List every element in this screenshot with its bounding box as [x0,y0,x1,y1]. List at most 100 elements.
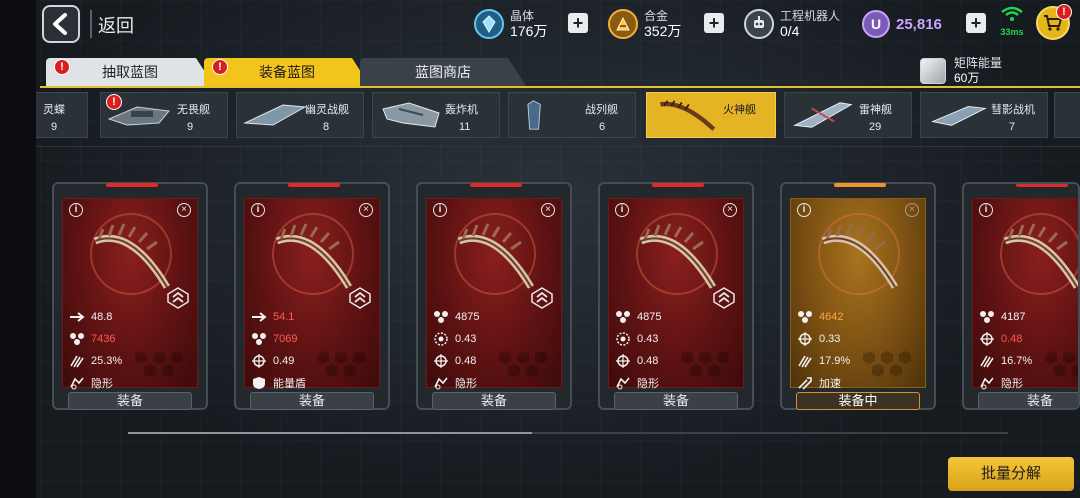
add-crystal-button[interactable]: + [568,13,588,33]
card-stat: 54.1 [251,309,294,325]
blueprint-card[interactable]: i × 4875 0.43 0.48 隐形 装备 [416,182,572,410]
matrix-energy: 矩阵能量 60万 [920,56,1002,86]
card-stat: 7069 [251,331,297,347]
back-label[interactable]: 返回 [98,12,134,38]
ship-item-partial[interactable] [1054,92,1080,138]
scrollbar-thumb[interactable] [128,432,532,434]
ship-item-huoshenjian[interactable]: 火神舰 [646,92,776,138]
card-stat: 0.48 [979,331,1022,347]
ship-item-leishenjian[interactable]: 雷神舰 29 [784,92,912,138]
ship-name: 灵蝶 [43,104,65,116]
stat-value: 4187 [1001,311,1026,323]
ship-name: 彗影战机 [991,104,1035,116]
stealth-icon [69,376,85,390]
matrix-energy-label: 矩阵能量 [954,56,1003,70]
equip-button[interactable]: 装备 [250,392,374,410]
rank-chevron-icon [167,287,189,309]
hex-slots-decoration [135,351,183,377]
matrix-cube-icon [920,58,946,84]
resource-crystal: 晶体 176万 [474,6,547,42]
blueprint-card[interactable]: i × 4642 0.33 17.9% 加速 装备中 [780,182,936,410]
rank-chevron-icon [713,287,735,309]
ship-item-hongzhaji[interactable]: 轰炸机 11 [372,92,500,138]
tab-draw-blueprint[interactable]: 抽取蓝图 [46,58,214,86]
stat-value: 0.48 [455,355,477,367]
blueprint-card[interactable]: i × 54.1 7069 0.49 能量盾 装备 [234,182,390,410]
ship-name: 战列舰 [585,104,618,116]
equip-button[interactable]: 装备 [978,392,1078,408]
rank-chevron-icon [349,287,371,309]
card-stat: 0.43 [615,331,658,347]
crystal-value: 176万 [510,23,548,39]
speed-arrow-icon [251,310,267,324]
tab-equip-blueprint[interactable]: 装备蓝图 [204,58,370,86]
wifi-icon [1001,6,1023,21]
stat-value: 0.48 [637,355,659,367]
equip-button[interactable]: 装备 [432,392,556,410]
matrix-energy-value: 60万 [954,71,980,85]
blueprint-card[interactable]: i × 4875 0.43 0.48 隐形 装备 [598,182,754,410]
reticle-icon [433,332,449,346]
card-top-glow [1016,184,1068,187]
add-alloy-button[interactable]: + [704,13,724,33]
ship-count: 11 [459,121,471,133]
ghost-warship-icon [243,104,307,126]
stat-value: 16.7% [1001,355,1033,367]
card-stat: 0.43 [433,331,476,347]
back-separator [90,10,92,38]
add-premium-button[interactable]: + [966,13,986,33]
hex-slots-decoration [1045,351,1078,377]
equip-button[interactable]: 装备 [614,392,738,410]
hp-cluster-icon [69,332,85,346]
card-stat: 16.7% [979,353,1032,369]
hp-cluster-icon [615,310,631,324]
ship-selector: 灵蝶 9 无畏舰 9 ! 幽灵战舰 8 轰炸机 11 战列舰 6 火神舰 雷神舰… [36,92,1080,140]
ship-count: 29 [869,121,882,133]
vulcan-blade-art [90,213,172,295]
ship-name: 无畏舰 [177,104,210,116]
vulcan-ship-icon [660,100,716,131]
vulcan-blade-art [818,213,900,295]
ship-item-youlingzhanjian[interactable]: 幽灵战舰 8 [236,92,364,138]
ship-name: 火神舰 [723,104,756,116]
card-stat: 隐形 [979,375,1023,391]
ship-item-zhanliejian[interactable]: 战列舰 6 [508,92,636,138]
card-stat: 加速 [797,375,841,391]
back-button[interactable] [42,5,80,43]
premium-currency-value: 25,816 [896,15,942,33]
crosshair-icon [615,354,631,368]
blueprint-card[interactable]: i × 48.8 7436 25.3% 隐形 装备 [52,182,208,410]
ship-count: 9 [51,121,58,133]
comet-fighter-icon [931,106,987,126]
tab-blueprint-shop[interactable]: 蓝图商店 [360,58,526,86]
hex-slots-decoration [499,351,547,377]
ship-item-lingdie[interactable]: 灵蝶 9 [36,92,88,138]
stat-value: 7069 [273,333,298,345]
card-top-glow [106,183,158,187]
tab-badge: ! [54,59,70,75]
card-art-panel: i × 4642 0.33 17.9% 加速 [790,198,926,391]
bulk-dismantle-button[interactable]: 批量分解 [948,457,1074,491]
hp-cluster-icon [251,332,267,346]
card-stat: 17.9% [797,353,850,369]
crystal-icon [474,9,504,39]
resource-alloy: 合金 352万 [608,6,681,42]
card-stat: 0.48 [615,353,658,369]
hp-cluster-icon [433,310,449,324]
hp-cluster-icon [979,310,995,324]
vulcan-blade-art [636,213,718,295]
energy-shield-icon [251,376,267,390]
hex-slots-decoration [863,351,911,377]
ship-name: 幽灵战舰 [305,104,349,116]
battleship-icon [527,100,541,130]
ship-item-huiyingzhanji[interactable]: 彗影战机 7 [920,92,1048,138]
equip-button[interactable]: 装备 [68,392,192,410]
blueprint-card[interactable]: i×41870.4816.7%隐形装备 [962,182,1080,410]
alloy-icon [608,9,638,39]
equipped-button[interactable]: 装备中 [796,392,920,410]
stat-value: 4642 [819,311,844,323]
boost-icon [797,376,813,390]
card-top-glow [834,183,886,187]
card-art-panel: i × 4875 0.43 0.48 隐形 [608,198,744,390]
premium-currency: U 25,816 [862,6,942,42]
